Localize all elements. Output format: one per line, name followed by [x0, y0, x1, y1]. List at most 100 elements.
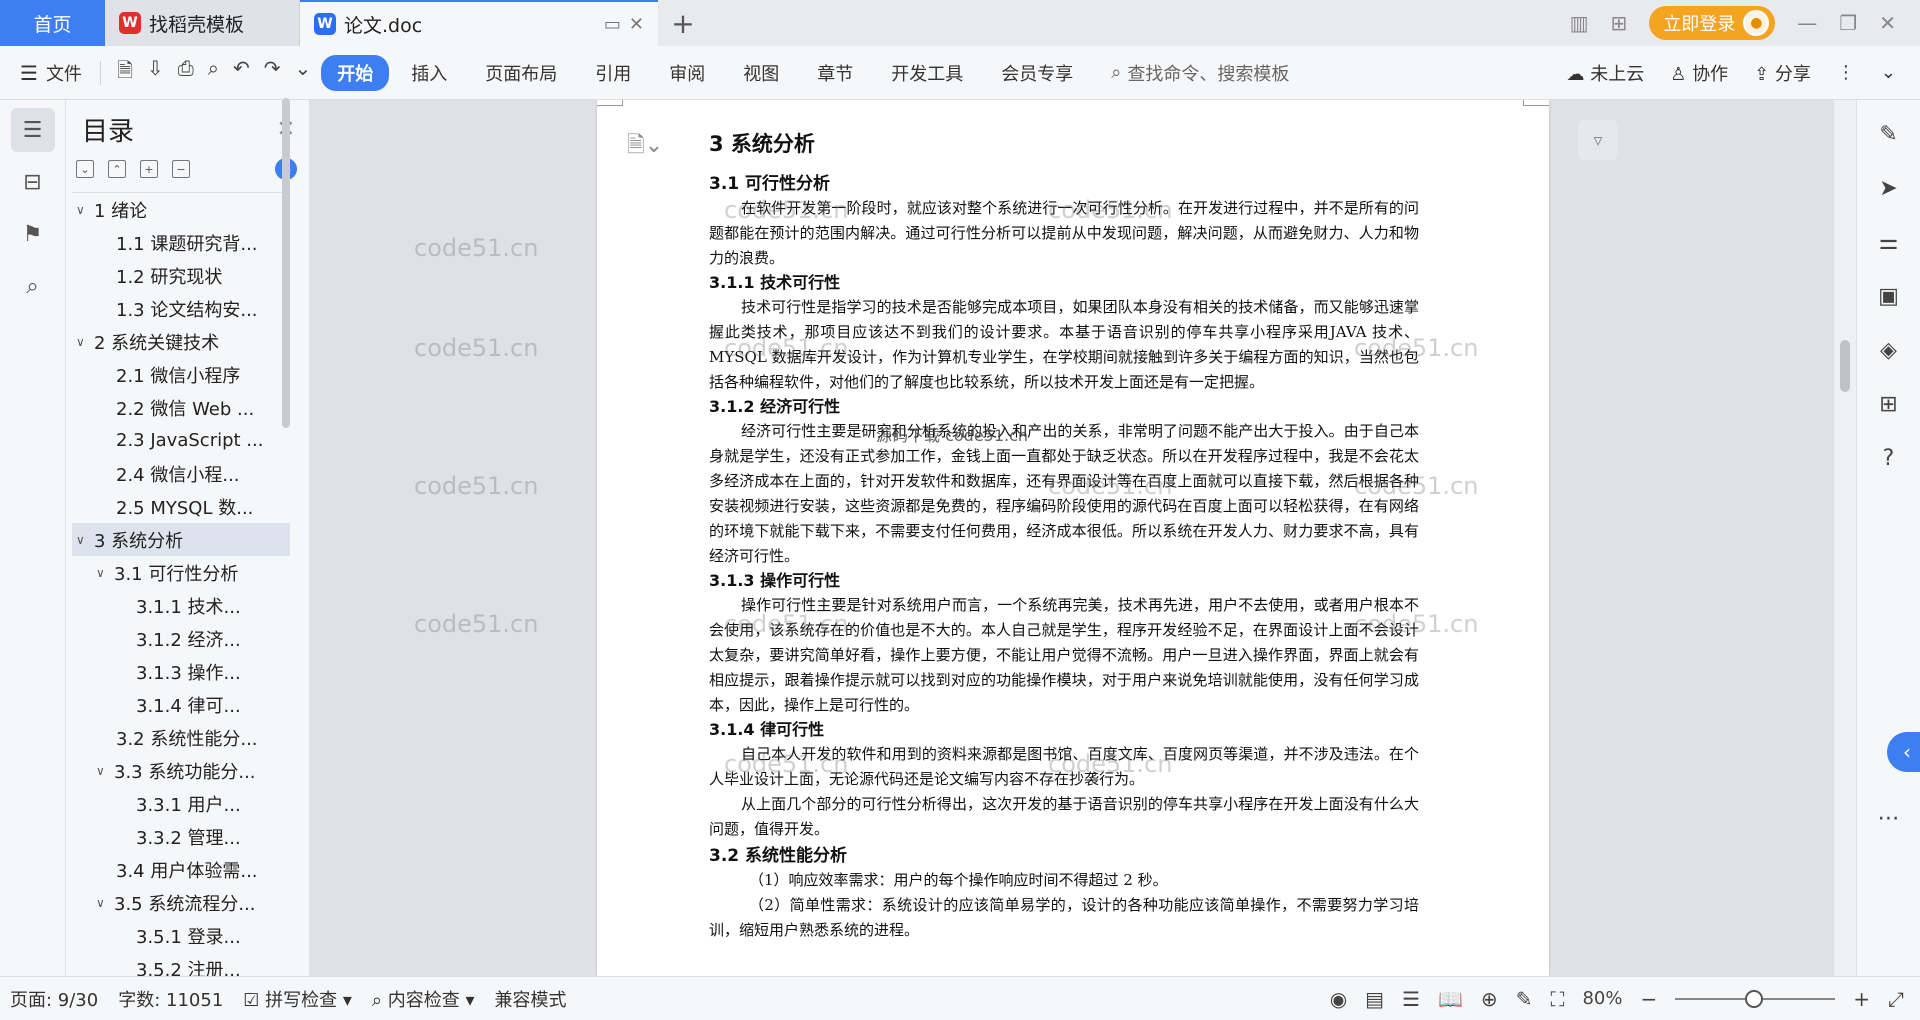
more-dropdown-icon[interactable]: ⌄ — [295, 56, 312, 90]
tab-insert[interactable]: 插入 — [395, 55, 463, 91]
screen-icon[interactable]: ▭ — [604, 14, 621, 35]
toc-item[interactable]: 3.2 系统性能分... — [72, 721, 290, 754]
tab-page-layout[interactable]: 页面布局 — [469, 55, 573, 91]
toc-item[interactable]: 2.3 JavaScript ... — [72, 424, 290, 457]
document-content[interactable]: 3 系统分析 3.1 可行性分析 在软件开发第一阶段时，就应该对整个系统进行一次… — [709, 128, 1419, 943]
toc-item[interactable]: 3.1.1 技术... — [72, 589, 290, 622]
zoom-slider[interactable] — [1675, 989, 1836, 1008]
toc-item[interactable]: 1.2 研究现状 — [72, 259, 290, 292]
word-count[interactable]: 字数: 11051 — [108, 986, 233, 1012]
pen-icon[interactable]: ✎ — [1869, 114, 1909, 154]
new-tab-button[interactable]: + — [658, 0, 708, 46]
reading-view-icon[interactable]: 📖 — [1438, 987, 1463, 1011]
book-search-icon[interactable]: ⊞ — [1869, 384, 1909, 424]
location-icon[interactable]: ◈ — [1869, 330, 1909, 370]
outline-view-icon[interactable]: ☰ — [1402, 987, 1420, 1011]
tab-member[interactable]: 会员专享 — [985, 55, 1089, 91]
tab-home[interactable]: 首页 — [0, 0, 105, 46]
toc-item[interactable]: 2.2 微信 Web ... — [72, 391, 290, 424]
undo-icon[interactable]: ↶ — [233, 56, 250, 90]
print-preview-icon[interactable]: ⌕ — [208, 56, 219, 90]
image-tool-icon[interactable]: ▣ — [1869, 276, 1909, 316]
find-icon[interactable]: ⌕ — [11, 264, 55, 308]
toc-item[interactable]: 3.4 用户体验需... — [72, 853, 290, 886]
tab-document[interactable]: W 论文.doc ▭ ✕ — [300, 0, 658, 46]
dropdown-panel-icon[interactable]: ▿ — [1578, 120, 1618, 160]
zoom-slider-knob[interactable] — [1745, 989, 1764, 1008]
tab-review[interactable]: 审阅 — [653, 55, 721, 91]
command-search[interactable]: ⌕ 查找命令、搜索模板 — [1111, 60, 1289, 86]
eye-protection-icon[interactable]: ◉ — [1330, 987, 1347, 1011]
chevron-down-icon[interactable]: ∨ — [96, 896, 114, 910]
share-button[interactable]: ⇪ 分享 — [1754, 60, 1811, 86]
toc-item[interactable]: 3.1.3 操作... — [72, 655, 290, 688]
toc-item[interactable]: 2.5 MYSQL 数... — [72, 490, 290, 523]
spellcheck-button[interactable]: ☑ 拼写检查 ▾ — [233, 986, 362, 1012]
zoom-out-icon[interactable]: − — [1640, 987, 1657, 1011]
window-close-icon[interactable]: ✕ — [1879, 11, 1896, 35]
login-button[interactable]: 立即登录 ● — [1649, 6, 1776, 40]
scroll-thumb[interactable] — [1840, 340, 1850, 392]
export-icon[interactable]: ⇩ — [147, 56, 164, 90]
zoom-level[interactable]: 80% — [1582, 988, 1622, 1009]
save-icon[interactable]: 🗎 — [117, 56, 133, 90]
tab-chapter[interactable]: 章节 — [801, 55, 869, 91]
web-view-icon[interactable]: ⊕ — [1481, 987, 1498, 1011]
toc-item[interactable]: ∨ 3.1 可行性分析 — [72, 556, 290, 589]
toc-item[interactable]: ∨ 3.5 系统流程分... — [72, 886, 290, 919]
expand-all-icon[interactable]: ⌄ — [76, 160, 94, 178]
chevron-down-icon[interactable]: ∨ — [96, 764, 114, 778]
tab-template[interactable]: W 找稻壳模板 — [105, 0, 300, 46]
toc-item[interactable]: ∨ 1 绪论 — [72, 193, 290, 226]
toc-item[interactable]: 3.1.2 经济... — [72, 622, 290, 655]
toc-item[interactable]: 1.3 论文结构安... — [72, 292, 290, 325]
toc-item[interactable]: 2.4 微信小程... — [72, 457, 290, 490]
cloud-status[interactable]: ☁ 未上云 — [1566, 60, 1644, 86]
page-view-icon[interactable]: ▤ — [1365, 987, 1384, 1011]
minimize-icon[interactable]: — — [1797, 11, 1817, 35]
chevron-down-icon[interactable]: ∨ — [96, 566, 114, 580]
print-icon[interactable]: ⎙ — [178, 56, 194, 90]
tab-developer[interactable]: 开发工具 — [875, 55, 979, 91]
paragraph-menu-icon[interactable]: 🗎⌄ — [627, 128, 663, 166]
toc-item[interactable]: 3.5.2 注册... — [72, 952, 290, 977]
remove-heading-icon[interactable]: − — [172, 160, 190, 178]
toc-scrollbar[interactable] — [282, 98, 290, 428]
restore-icon[interactable]: ❐ — [1839, 11, 1857, 35]
select-cursor-icon[interactable]: ➤ — [1869, 168, 1909, 208]
collapse-ribbon-icon[interactable]: ⌄ — [1881, 62, 1896, 83]
toc-item[interactable]: ∨ 2 系统关键技术 — [72, 325, 290, 358]
close-tab-icon[interactable]: ✕ — [629, 14, 644, 35]
file-menu[interactable]: ☰ 文件 — [0, 60, 94, 86]
tab-references[interactable]: 引用 — [579, 55, 647, 91]
document-page[interactable]: 🗎⌄ 3 系统分析 3.1 可行性分析 在软件开发第一阶段时，就应该对整个系统进… — [597, 100, 1549, 976]
toc-item[interactable]: 3.5.1 登录... — [72, 919, 290, 952]
collapse-panel-icon[interactable]: ‹ — [1887, 732, 1920, 772]
toc-icon[interactable]: ☰ — [10, 108, 55, 152]
toc-item[interactable]: 2.1 微信小程序 — [72, 358, 290, 391]
more-options-icon[interactable]: ⋯ — [1869, 798, 1909, 838]
tab-view[interactable]: 视图 — [727, 55, 795, 91]
app-grid-icon[interactable]: ⊞ — [1611, 11, 1628, 35]
toc-item[interactable]: 3.3.2 管理... — [72, 820, 290, 853]
help-icon[interactable]: ? — [1869, 438, 1909, 478]
chevron-down-icon[interactable]: ∨ — [76, 533, 94, 547]
chevron-down-icon[interactable]: ∨ — [76, 335, 94, 349]
toc-item[interactable]: ∨ 3 系统分析 — [72, 523, 290, 556]
write-view-icon[interactable]: ✎ — [1516, 987, 1533, 1011]
tab-start[interactable]: 开始 — [321, 54, 390, 91]
toc-item[interactable]: 3.1.4 律可... — [72, 688, 290, 721]
navigation-icon[interactable]: ⊟ — [11, 160, 55, 204]
page-count[interactable]: 页面: 9/30 — [0, 986, 108, 1012]
fit-page-icon[interactable]: ⛶ — [1550, 987, 1564, 1011]
fullscreen-icon[interactable]: ⤢ — [1888, 987, 1904, 1011]
zoom-in-icon[interactable]: + — [1853, 987, 1870, 1011]
reading-layout-icon[interactable]: ▥ — [1570, 11, 1589, 35]
chevron-down-icon[interactable]: ∨ — [76, 203, 94, 217]
toc-item[interactable]: 1.1 课题研究背... — [72, 226, 290, 259]
toc-item[interactable]: 3.3.1 用户... — [72, 787, 290, 820]
content-check-button[interactable]: ⌕ 内容检查 ▾ — [362, 986, 485, 1012]
add-heading-icon[interactable]: + — [140, 160, 158, 178]
document-scrollbar[interactable] — [1834, 100, 1856, 976]
collaborate-button[interactable]: ♙ 协作 — [1670, 60, 1728, 86]
